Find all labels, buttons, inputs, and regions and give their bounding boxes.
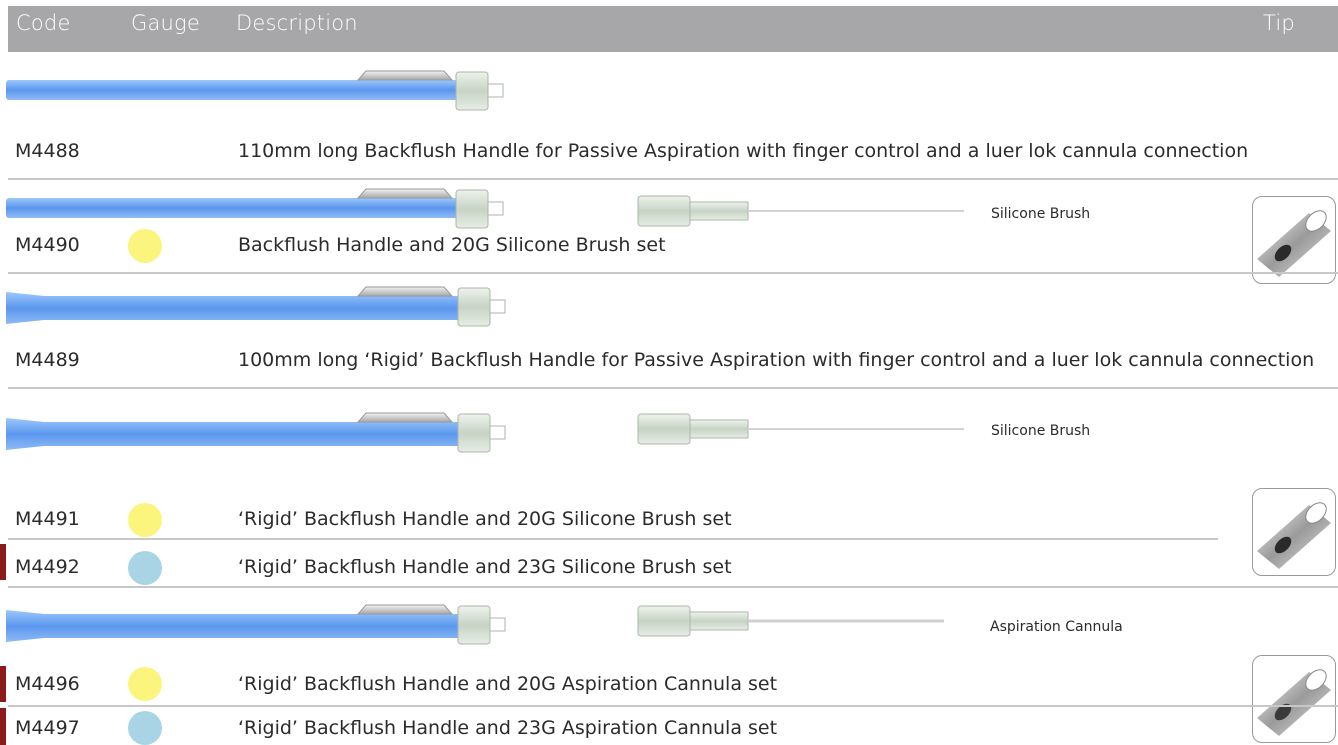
row-marker — [0, 544, 6, 580]
divider — [8, 178, 1338, 180]
row-description: Backflush Handle and 20G Silicone Brush … — [238, 234, 666, 256]
row-marker — [0, 666, 6, 702]
gauge-indicator — [128, 711, 162, 745]
attachment-label: Aspiration Cannula — [990, 619, 1123, 635]
header-gauge: Gauge — [131, 11, 200, 35]
backflush-handle-icon — [6, 412, 506, 453]
row-code: M4497 — [15, 717, 80, 739]
attachment-label: Silicone Brush — [991, 206, 1091, 222]
tip-icon — [1252, 196, 1336, 284]
attachment-label: Silicone Brush — [991, 423, 1091, 439]
header-tip: Tip — [1263, 11, 1295, 35]
divider — [8, 538, 1218, 540]
divider — [8, 272, 1338, 274]
aspiration-cannula-icon — [637, 605, 944, 637]
row-description: ‘Rigid’ Backflush Handle and 23G Aspirat… — [238, 717, 778, 739]
divider — [8, 586, 1338, 588]
backflush-handle-icon — [6, 188, 504, 229]
row-marker — [0, 708, 6, 745]
divider — [8, 387, 1338, 389]
table-header — [8, 6, 1338, 52]
silicone-brush-icon — [637, 195, 964, 227]
row-code: M4491 — [15, 508, 80, 530]
row-code: M4496 — [15, 673, 80, 695]
gauge-indicator — [128, 667, 162, 701]
backflush-handle-icon — [6, 286, 506, 327]
divider — [8, 705, 1338, 707]
row-code: M4488 — [15, 140, 80, 162]
header-description: Description — [236, 11, 358, 35]
row-code: M4490 — [15, 234, 80, 256]
gauge-indicator — [128, 229, 162, 263]
row-description: ‘Rigid’ Backflush Handle and 20G Silicon… — [238, 508, 732, 530]
backflush-handle-icon — [6, 604, 506, 645]
tip-icon — [1252, 655, 1336, 743]
silicone-brush-icon — [637, 413, 964, 445]
gauge-indicator — [128, 503, 162, 537]
row-description: 110mm long Backflush Handle for Passive … — [238, 140, 1249, 162]
row-description: ‘Rigid’ Backflush Handle and 23G Silicon… — [238, 556, 732, 578]
row-description: ‘Rigid’ Backflush Handle and 20G Aspirat… — [238, 673, 778, 695]
gauge-indicator — [128, 551, 162, 585]
row-code: M4492 — [15, 556, 80, 578]
header-code: Code — [16, 11, 71, 35]
backflush-handle-icon — [6, 70, 504, 111]
tip-icon — [1252, 488, 1336, 576]
row-description: 100mm long ‘Rigid’ Backflush Handle for … — [238, 349, 1315, 371]
row-code: M4489 — [15, 349, 80, 371]
